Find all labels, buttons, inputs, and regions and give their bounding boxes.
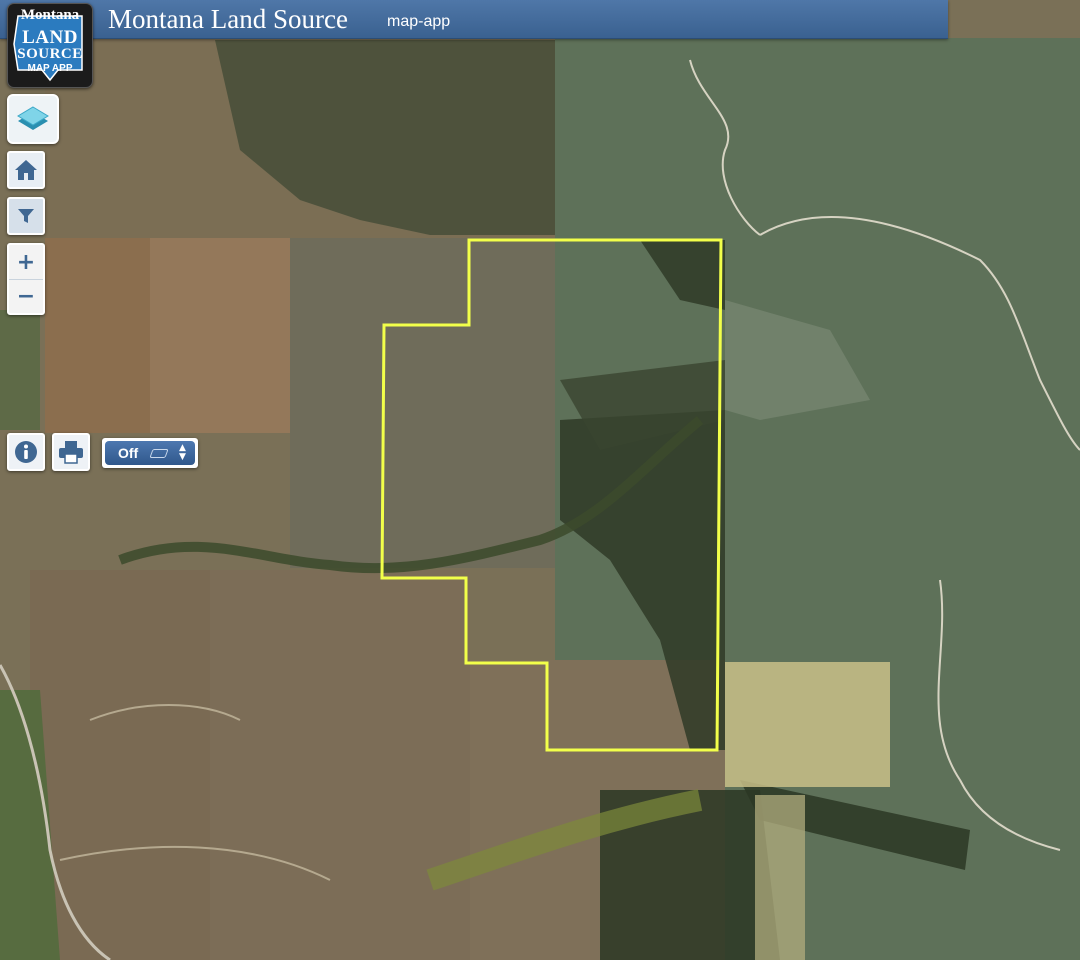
zoom-out-button[interactable]: − <box>9 279 43 313</box>
print-icon <box>59 441 83 464</box>
terrain-tile <box>290 238 555 568</box>
logo-line-map-app: MAP APP <box>27 63 73 74</box>
terrain-tile <box>210 570 470 960</box>
zoom-controls: + − <box>7 243 45 315</box>
info-icon <box>15 441 37 463</box>
app-logo[interactable]: Montana LAND SOURCE MAP APP <box>7 3 93 88</box>
up-down-arrows-icon: ▲ ▼ <box>179 443 186 462</box>
satellite-map[interactable] <box>0 0 1080 960</box>
overlay-select[interactable]: Off ▲ ▼ <box>105 441 195 465</box>
terrain-tile <box>725 662 890 787</box>
overlay-select-value: Off <box>118 445 139 461</box>
info-button[interactable] <box>7 433 45 471</box>
app-header: Montana Land Source map-app <box>0 0 948 39</box>
home-button[interactable] <box>7 151 45 189</box>
zoom-in-button[interactable]: + <box>9 245 43 280</box>
map-canvas[interactable] <box>0 0 1080 960</box>
app-title: Montana Land Source <box>108 4 348 34</box>
terrain-tile <box>150 238 290 433</box>
home-icon <box>15 160 37 180</box>
overlay-select-wrapper: Off ▲ ▼ <box>102 438 198 468</box>
print-button[interactable] <box>52 433 90 471</box>
layers-button[interactable] <box>7 94 59 144</box>
eraser-icon <box>149 449 169 458</box>
app-subtitle: map-app <box>387 13 451 30</box>
terrain-tile <box>30 570 210 960</box>
logo-line-source: SOURCE <box>17 46 83 62</box>
layers-icon <box>17 106 49 130</box>
filter-icon <box>18 209 34 223</box>
green-field <box>0 310 40 430</box>
logo-line-montana: Montana <box>20 7 80 23</box>
filter-button[interactable] <box>7 197 45 235</box>
terrain-tile <box>755 795 805 960</box>
